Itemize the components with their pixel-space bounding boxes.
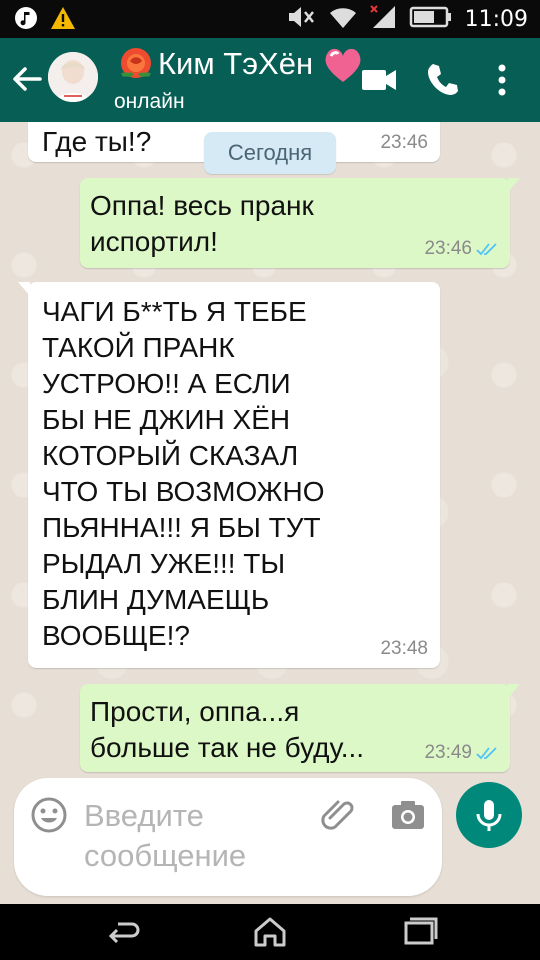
chat-header: Ким ТэХён онлайн: [0, 38, 540, 122]
read-ticks-icon: [476, 243, 497, 256]
attach-icon: [321, 800, 354, 830]
emoji-button[interactable]: [30, 796, 68, 834]
read-ticks-icon: [476, 747, 497, 760]
video-call-icon: [362, 70, 396, 90]
battery-icon: [409, 6, 453, 32]
message-time: 23:48: [380, 638, 428, 659]
wifi-icon: [329, 5, 357, 33]
message-outgoing[interactable]: Оппа! весь пранк испортил! 23:46: [80, 178, 520, 268]
message-text: ЧАГИ Б**ТЬ Я ТЕБЕ ТАКОЙ ПРАНК УСТРОЮ!! А…: [42, 296, 325, 651]
music-icon: [14, 6, 38, 34]
message-meta: 23:46: [424, 238, 498, 260]
message-input[interactable]: Введите сообщение: [84, 796, 304, 876]
home-icon: [254, 917, 286, 947]
status-bar: 11:09: [0, 0, 540, 38]
message-time: 23:46: [380, 132, 428, 153]
voice-call-button[interactable]: [424, 60, 462, 98]
mic-icon: [476, 800, 502, 831]
emoji-icon: [31, 797, 67, 833]
message-time: 23:49: [424, 742, 472, 763]
message-meta: 23:49: [424, 742, 498, 764]
message-time: 23:46: [424, 238, 472, 259]
message-meta: 23:46: [380, 132, 428, 154]
clock: 11:09: [464, 6, 528, 32]
camera-button[interactable]: [390, 798, 426, 832]
message-incoming[interactable]: ЧАГИ Б**ТЬ Я ТЕБЕ ТАКОЙ ПРАНК УСТРОЮ!! А…: [18, 282, 440, 668]
message-outgoing[interactable]: Прости, оппа...я больше так не буду... 2…: [80, 684, 520, 772]
date-chip: Сегодня: [204, 132, 336, 174]
video-call-button[interactable]: [360, 64, 398, 96]
contact-status: онлайн: [114, 90, 185, 113]
back-nav-button[interactable]: [104, 916, 144, 948]
avatar[interactable]: [48, 52, 98, 102]
camera-icon: [392, 801, 424, 829]
phone-icon: [428, 64, 458, 95]
home-button[interactable]: [250, 916, 290, 948]
back-button[interactable]: [10, 62, 44, 96]
attach-button[interactable]: [320, 796, 356, 836]
contact-name: Ким ТэХён: [158, 46, 314, 81]
recents-button[interactable]: [400, 916, 440, 948]
contact-name-row[interactable]: Ким ТэХён: [114, 44, 365, 84]
more-options-button[interactable]: [490, 60, 514, 100]
mute-icon: [287, 4, 317, 34]
heart-emoji-icon: [325, 48, 361, 82]
message-input-box[interactable]: Введите сообщение: [14, 778, 442, 896]
more-icon: [498, 64, 506, 96]
rose-emoji-icon: [121, 48, 151, 78]
composer: Введите сообщение: [0, 774, 540, 904]
system-nav-bar: [0, 904, 540, 960]
message-list[interactable]: Где ты!? 23:46 Сегодня Оппа! весь пранк …: [0, 122, 540, 774]
mic-button[interactable]: [456, 782, 522, 848]
back-arrow-icon: [13, 67, 42, 91]
recents-icon: [404, 917, 438, 945]
warning-icon: [50, 6, 76, 34]
message-meta: 23:48: [380, 638, 428, 660]
back-nav-icon: [108, 922, 140, 944]
signal-icon: [369, 4, 397, 34]
